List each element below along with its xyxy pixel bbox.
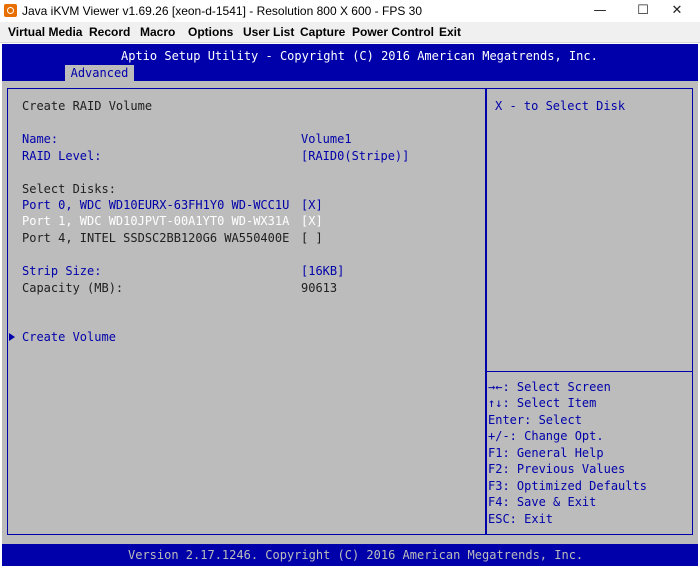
disk-port-1-label: Port 1, WDC WD10JPVT-00A1YT0 WD-WX31A bbox=[22, 214, 290, 228]
bios-screen[interactable]: Aptio Setup Utility - Copyright (C) 2016… bbox=[2, 44, 698, 566]
key-optimized-defaults: F3: Optimized Defaults bbox=[488, 479, 647, 493]
tab-advanced[interactable]: Advanced bbox=[65, 65, 134, 81]
disk-port-4-checkbox[interactable]: [ ] bbox=[301, 231, 323, 245]
menu-user-list[interactable]: User List bbox=[243, 25, 294, 39]
minimize-button[interactable]: — bbox=[577, 0, 623, 22]
menu-capture[interactable]: Capture bbox=[300, 25, 345, 39]
key-select-item: ↑↓: Select Item bbox=[488, 396, 597, 410]
key-change-opt: +/-: Change Opt. bbox=[488, 429, 604, 443]
key-select-screen: →←: Select Screen bbox=[488, 380, 611, 394]
help-text: X - to Select Disk bbox=[495, 99, 626, 113]
raid-level-label: RAID Level: bbox=[22, 149, 102, 163]
menu-options[interactable]: Options bbox=[188, 25, 233, 39]
key-esc-exit: ESC: Exit bbox=[488, 512, 554, 526]
window-titlebar: Java iKVM Viewer v1.69.26 [xeon-d-1541] … bbox=[0, 0, 700, 22]
window-title: Java iKVM Viewer v1.69.26 [xeon-d-1541] … bbox=[22, 4, 423, 18]
menu-power-control[interactable]: Power Control bbox=[352, 25, 434, 39]
key-enter: Enter: Select bbox=[488, 413, 582, 427]
menu-record[interactable]: Record bbox=[89, 25, 130, 39]
capacity-value: 90613 bbox=[301, 281, 338, 295]
java-icon bbox=[4, 4, 17, 17]
bios-title: Aptio Setup Utility - Copyright (C) 2016… bbox=[121, 49, 598, 63]
key-previous-values: F2: Previous Values bbox=[488, 462, 626, 476]
menu-virtual-media[interactable]: Virtual Media bbox=[8, 25, 82, 39]
help-divider bbox=[487, 371, 692, 372]
name-label: Name: bbox=[22, 132, 59, 146]
capacity-label: Capacity (MB): bbox=[22, 281, 124, 295]
bios-footer: Version 2.17.1246. Copyright (C) 2016 Am… bbox=[2, 544, 698, 566]
version-text: Version 2.17.1246. Copyright (C) 2016 Am… bbox=[128, 548, 584, 562]
close-button[interactable]: ✕ bbox=[654, 0, 700, 22]
strip-size-value[interactable]: [16KB] bbox=[301, 264, 344, 278]
disk-port-0-label: Port 0, WDC WD10EURX-63FH1Y0 WD-WCC1U bbox=[22, 198, 290, 212]
menu-macro[interactable]: Macro bbox=[140, 25, 175, 39]
strip-size-label: Strip Size: bbox=[22, 264, 102, 278]
key-general-help: F1: General Help bbox=[488, 446, 604, 460]
left-right-arrows-icon: →←: bbox=[488, 380, 510, 394]
create-volume-button[interactable]: Create Volume bbox=[22, 330, 116, 344]
submenu-arrow-icon bbox=[9, 333, 15, 341]
disk-port-1-checkbox[interactable]: [X] bbox=[301, 214, 323, 228]
disk-port-0-checkbox[interactable]: [X] bbox=[301, 198, 323, 212]
section-title: Create RAID Volume bbox=[22, 99, 153, 113]
up-down-arrows-icon: ↑↓: bbox=[488, 396, 510, 410]
menu-exit[interactable]: Exit bbox=[439, 25, 461, 39]
bios-header: Aptio Setup Utility - Copyright (C) 2016… bbox=[2, 44, 698, 81]
raid-level-value[interactable]: [RAID0(Stripe)] bbox=[301, 149, 409, 163]
disk-port-4-label: Port 4, INTEL SSDSC2BB120G6 WA550400E bbox=[22, 231, 290, 245]
menu-bar: Virtual Media Record Macro Options User … bbox=[0, 22, 700, 43]
select-disks-label: Select Disks: bbox=[22, 182, 116, 196]
name-value[interactable]: Volume1 bbox=[301, 132, 352, 146]
key-save-exit: F4: Save & Exit bbox=[488, 495, 597, 509]
